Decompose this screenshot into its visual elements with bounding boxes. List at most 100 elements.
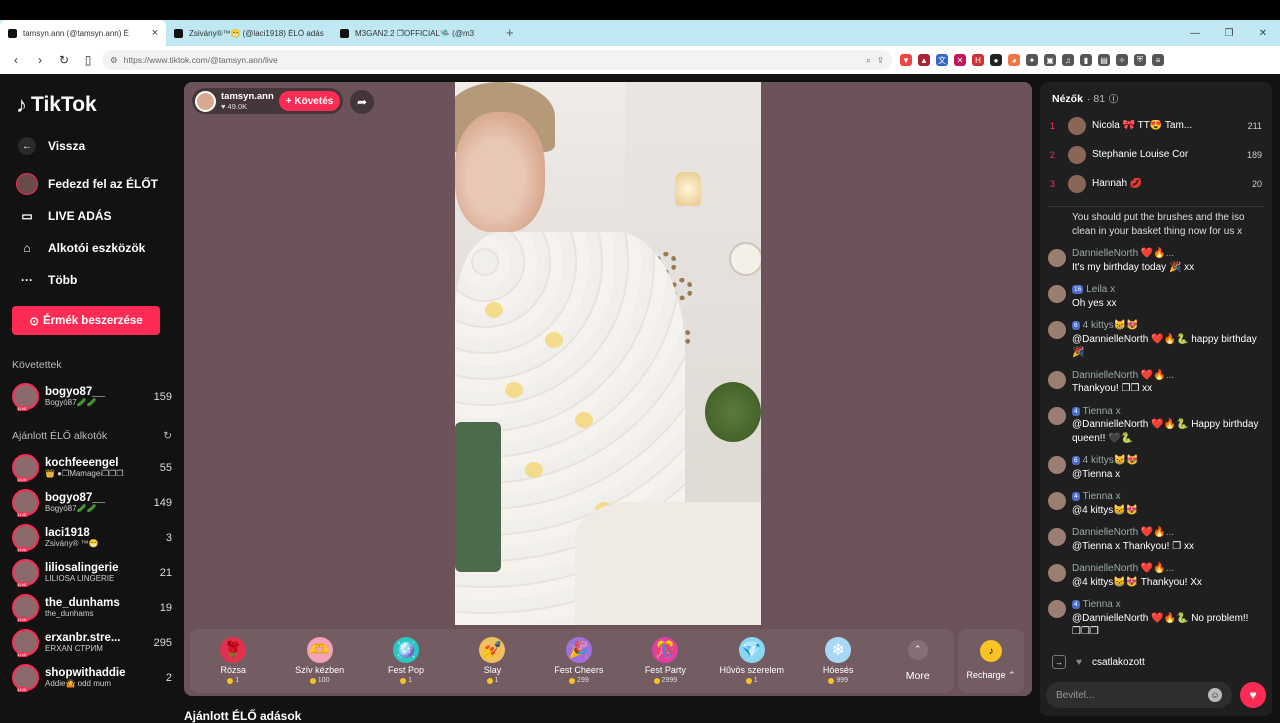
avatar[interactable] — [1048, 406, 1066, 425]
avatar[interactable] — [1048, 528, 1066, 546]
nav-live[interactable]: ▭ LIVE ADÁS — [16, 200, 172, 232]
following-account[interactable]: bogyo87__ Bogyó87🥒🥒 159 — [12, 379, 172, 414]
nail-polish-icon: 💅 — [479, 637, 506, 663]
nav-explore-live[interactable]: Fedezd fel az ÉLŐT — [16, 168, 172, 200]
avatar[interactable] — [1048, 370, 1066, 389]
close-window-icon[interactable]: ✕ — [1246, 28, 1280, 39]
coin-icon — [745, 677, 752, 684]
chat-message: DannielleNorth ❤️🔥... @4 kittys😸😻 Thankyo… — [1048, 562, 1264, 589]
gift-item[interactable]: 🪩 Fest Pop 1 — [363, 629, 449, 693]
chat-input[interactable]: Bevitel... ☺ — [1046, 682, 1232, 708]
minimize-icon[interactable]: — — [1178, 28, 1212, 39]
recommended-account[interactable]: bogyo87__Bogyó87🥒🥒 149 — [12, 485, 172, 520]
translate-icon[interactable]: 文 — [936, 54, 948, 66]
nav-creator-tools[interactable]: ⌂ Alkotói eszközök — [16, 232, 172, 264]
viewer-count: 149 — [153, 496, 172, 509]
emoji-icon[interactable]: ☺ — [1208, 688, 1222, 702]
gift-item[interactable]: 🎊 Fest Party 2999 — [622, 629, 708, 693]
avatar — [12, 489, 39, 517]
url-field[interactable]: ⚙ https://www.tiktok.com/@tamsyn.ann/liv… — [102, 50, 892, 70]
avatar[interactable] — [1048, 492, 1066, 510]
back-link[interactable]: ← Vissza — [16, 130, 172, 162]
gift-price-value: 1 — [235, 677, 240, 684]
wallet-icon[interactable]: ▤ — [1098, 54, 1110, 66]
extension-x-icon[interactable]: ✕ — [954, 54, 966, 66]
zoom-icon[interactable]: ⌕ — [866, 55, 871, 66]
message-user[interactable]: DannielleNorth ❤️🔥... — [1072, 369, 1174, 383]
message-user[interactable]: Tienna x — [1083, 598, 1121, 612]
sidebar-icon[interactable]: ▮ — [1080, 54, 1092, 66]
avatar[interactable] — [1048, 249, 1066, 267]
top-viewer[interactable]: 1 Nicola 🎀 TT😍 Tam... 211 — [1040, 111, 1272, 140]
message-user[interactable]: Tienna x — [1083, 405, 1121, 419]
menu-icon[interactable]: ≡ — [1152, 54, 1164, 66]
share-icon[interactable]: ⇪ — [877, 55, 884, 66]
brave-shield-icon[interactable]: ▼ — [900, 54, 912, 66]
get-coins-button[interactable]: ⊙ Érmék beszerzése — [12, 306, 160, 335]
avatar[interactable] — [1048, 285, 1066, 303]
gift-item[interactable]: 💅 Slay 1 — [449, 629, 535, 693]
rewards-icon[interactable]: ▲ — [918, 54, 930, 66]
gift-item[interactable]: 💎 Hűvös szerelem 1 — [709, 629, 795, 693]
extensions-puzzle-icon[interactable]: ✦ — [1026, 54, 1038, 66]
recommended-account[interactable]: the_dunhamsthe_dunhams 19 — [12, 590, 172, 625]
tiktok-logo[interactable]: ♪ TikTok — [16, 92, 172, 118]
top-viewer[interactable]: 3 Hannah 💋 20 — [1040, 169, 1272, 198]
recommended-account[interactable]: laci1918Zsivány® ™😁 3 — [12, 520, 172, 555]
extension-circle-icon[interactable]: ● — [990, 54, 1002, 66]
recharge-button[interactable]: ♪ Recharge ⌃ — [958, 628, 1024, 693]
forward-icon[interactable]: › — [30, 50, 50, 70]
host-name[interactable]: tamsyn.ann — [221, 91, 274, 102]
message-user[interactable]: Tienna x — [1083, 490, 1121, 504]
gift-item[interactable]: 🌹 Rózsa 1 — [190, 629, 276, 693]
top-viewer[interactable]: 2 Stephanie Louise Cor 189 — [1040, 140, 1272, 169]
reload-icon[interactable]: ↻ — [54, 50, 74, 70]
message-user[interactable]: 4 kittys😸😻 — [1083, 454, 1139, 468]
gift-item[interactable]: 🎉 Fest Cheers 299 — [536, 629, 622, 693]
restore-icon[interactable]: ❐ — [1212, 28, 1246, 39]
extension-colorful-icon[interactable]: ◕ — [1008, 54, 1020, 66]
avatar[interactable] — [1048, 600, 1066, 618]
recommended-account[interactable]: shopwithaddieAddie🤷 odd mum 2 — [12, 660, 172, 695]
ai-icon[interactable]: ✧ — [1116, 54, 1128, 66]
browser-tab[interactable]: tamsyn.ann (@tamsyn.ann) É × — [0, 20, 166, 46]
message-user[interactable]: Leila x — [1086, 283, 1115, 297]
host-avatar[interactable] — [195, 90, 216, 112]
browser-tab[interactable]: Zsivány®™😁 (@laci1918) ÉLŐ adás — [166, 20, 332, 46]
recommended-account[interactable]: erxanbr.stre...ЕRXAN СТРИМ 295 — [12, 625, 172, 660]
avatar[interactable] — [1048, 564, 1066, 582]
more-gifts-button[interactable]: ⌃ More — [881, 629, 954, 693]
heart-icon[interactable]: ♥ — [1240, 682, 1266, 708]
nav-more[interactable]: ··· Több — [16, 264, 172, 296]
extension-hls-icon[interactable]: H — [972, 54, 984, 66]
info-icon[interactable]: ⓘ — [1109, 92, 1118, 105]
message-user[interactable]: 4 kittys😸😻 — [1083, 319, 1139, 333]
gift-item[interactable]: ❄ Hóesés 999 — [795, 629, 881, 693]
avatar-icon — [16, 173, 38, 195]
gift-item[interactable]: 🫶 Szív kézben 100 — [276, 629, 362, 693]
live-video[interactable] — [455, 82, 761, 625]
bookmark-icon[interactable]: ▯ — [78, 50, 98, 70]
extension-box-icon[interactable]: ▣ — [1044, 54, 1056, 66]
site-info-icon[interactable]: ⚙ — [110, 55, 118, 66]
avatar[interactable] — [1048, 456, 1066, 474]
video-print-decor — [575, 412, 593, 428]
close-tab-icon[interactable]: × — [152, 27, 158, 39]
recommended-account[interactable]: kochfeeengel👑 ●❒Mamagei❒❒❒ 55 — [12, 450, 172, 485]
message-text: @DannielleNorth ❤️🔥🐍 No problem!!❒❒❒ — [1072, 612, 1249, 638]
message-user[interactable]: DannielleNorth ❤️🔥... — [1072, 247, 1174, 261]
vpn-icon[interactable]: ⛨ — [1134, 54, 1146, 66]
recommended-account[interactable]: liliosalingerieLILIOSA LINGERIE 21 — [12, 555, 172, 590]
follow-button[interactable]: + Követés — [278, 91, 341, 111]
new-tab-button[interactable]: + — [498, 20, 522, 46]
music-icon[interactable]: ♫ — [1062, 54, 1074, 66]
refresh-icon[interactable]: ↻ — [163, 430, 172, 442]
nav-label: Fedezd fel az ÉLŐT — [48, 177, 159, 191]
gift-list: 🌹 Rózsa 1 🫶 Szív kézben 100 🪩 Fest Pop 1… — [190, 628, 954, 693]
avatar[interactable] — [1048, 321, 1066, 339]
message-user[interactable]: DannielleNorth ❤️🔥... — [1072, 526, 1174, 540]
message-user[interactable]: DannielleNorth ❤️🔥... — [1072, 562, 1174, 576]
back-icon[interactable]: ‹ — [6, 50, 26, 70]
browser-tab[interactable]: M3GAN2.2 ❒OFFICIAL🛸 (@m3 — [332, 20, 498, 46]
share-icon[interactable]: ➦ — [350, 90, 374, 114]
